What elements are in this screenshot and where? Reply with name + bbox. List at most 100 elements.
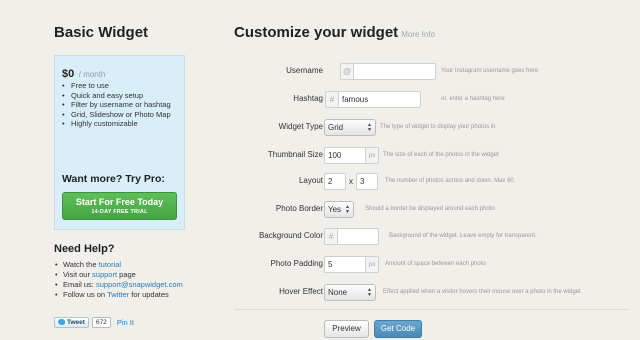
help-text: Visit our — [63, 270, 93, 279]
price: $0 / month — [62, 64, 105, 82]
username-input[interactable] — [353, 62, 436, 80]
hover-effect-label: Hover Effect — [279, 287, 323, 296]
feature-list: Free to use Quick and easy setup Filter … — [62, 81, 182, 129]
photo-padding-hint: Amount of space between each photo — [385, 261, 486, 267]
price-period: / month — [78, 70, 106, 79]
help-text: Follow us on — [63, 290, 108, 299]
photo-padding-label: Photo Padding — [270, 259, 324, 268]
feature-item: Free to use — [62, 81, 182, 91]
hover-effect-select[interactable]: None ▲ ▼ — [324, 283, 376, 301]
feature-item: Filter by username or hashtag — [62, 100, 182, 110]
hashtag-control: # famous — [325, 90, 421, 108]
thumbnail-size-control: 100 px — [324, 146, 379, 164]
select-arrows-icon: ▲ ▼ — [367, 121, 372, 133]
more-info-link[interactable]: More Info — [401, 30, 435, 39]
hash-prefix: # — [325, 90, 338, 108]
social-buttons: Tweet 672 Pin It — [54, 316, 134, 328]
help-item: Email us: support@snapwidget.com — [54, 280, 214, 290]
help-item: Visit our support page — [54, 270, 214, 280]
hashtag-row: Hashtag # famous or, enter a hashtag her… — [210, 90, 640, 108]
photo-padding-input[interactable]: 5 — [324, 255, 366, 273]
tweet-button[interactable]: Tweet — [54, 316, 89, 328]
widget-type-value: Grid — [328, 122, 344, 132]
username-control: @ — [340, 62, 436, 80]
plan-box: $0 / month Free to use Quick and easy se… — [54, 55, 185, 230]
pin-it-button[interactable]: Pin It — [117, 318, 134, 327]
widget-type-control: Grid ▲ ▼ — [324, 118, 376, 136]
photo-border-select[interactable]: Yes ▲ ▼ — [324, 200, 354, 218]
username-hint: Your Instagram username goes here — [441, 68, 539, 74]
layout-hint: The number of photos across and down. Ma… — [385, 178, 516, 184]
tweet-count: 672 — [91, 316, 111, 328]
widget-type-hint: The type of widget to display your photo… — [380, 124, 496, 130]
help-item: Follow us on Twitter for updates — [54, 290, 214, 300]
hover-effect-hint: Effect applied when a visitor hovers the… — [383, 289, 581, 295]
widget-type-label: Widget Type — [278, 122, 323, 131]
form-divider — [234, 309, 629, 310]
help-text: Email us: — [63, 280, 96, 289]
thumbnail-size-row: Thumbnail Size 100 px The size of each o… — [210, 146, 640, 164]
background-color-control: # — [324, 227, 379, 245]
support-link[interactable]: support — [92, 270, 117, 279]
photo-padding-row: Photo Padding 5 px Amount of space betwe… — [210, 255, 640, 273]
hashtag-label: Hashtag — [293, 94, 323, 103]
help-item: Watch the tutorial — [54, 260, 214, 270]
help-text: for updates — [129, 290, 169, 299]
start-free-label: Start For Free Today — [75, 197, 164, 207]
photo-border-label: Photo Border — [275, 204, 323, 213]
layout-label: Layout — [298, 176, 323, 185]
price-amount: $0 — [62, 68, 75, 80]
select-arrows-icon: ▲ ▼ — [367, 286, 372, 298]
username-row: Username @ Your Instagram username goes … — [210, 62, 640, 80]
px-suffix: px — [366, 255, 379, 273]
px-suffix: px — [366, 146, 379, 164]
help-heading: Need Help? — [54, 243, 115, 255]
feature-item: Grid, Slideshow or Photo Map — [62, 110, 182, 120]
username-label: Username — [286, 66, 323, 75]
help-list: Watch the tutorial Visit our support pag… — [54, 260, 214, 300]
layout-control: 2 x 3 — [324, 172, 378, 190]
hash-prefix: # — [324, 227, 337, 245]
tutorial-link[interactable]: tutorial — [99, 260, 122, 269]
hover-effect-row: Hover Effect None ▲ ▼ Effect applied when… — [210, 283, 640, 301]
layout-cols-input[interactable]: 2 — [324, 172, 346, 190]
hashtag-input[interactable]: famous — [338, 90, 421, 108]
widget-type-select[interactable]: Grid ▲ ▼ — [324, 118, 376, 136]
photo-padding-control: 5 px — [324, 255, 379, 273]
widget-type-row: Widget Type Grid ▲ ▼ The type of widget t… — [210, 118, 640, 136]
hover-effect-value: None — [328, 287, 348, 297]
photo-border-control: Yes ▲ ▼ — [324, 200, 354, 218]
preview-button[interactable]: Preview — [324, 320, 369, 338]
background-color-hint: Background of the widget. Leave empty fo… — [389, 233, 537, 239]
layout-rows-input[interactable]: 3 — [356, 172, 378, 190]
hashtag-hint: or, enter a hashtag here — [441, 96, 505, 102]
background-color-row: Background Color # Background of the wid… — [210, 227, 640, 245]
select-arrows-icon: ▲ ▼ — [345, 203, 350, 215]
free-trial-label: 14-DAY FREE TRIAL — [91, 209, 148, 215]
photo-border-row: Photo Border Yes ▲ ▼ Should a border be d… — [210, 200, 640, 218]
help-text: Watch the — [63, 260, 99, 269]
email-link[interactable]: support@snapwidget.com — [96, 280, 183, 289]
page-title: Customize your widget More Info — [234, 24, 435, 42]
upsell-heading: Want more? Try Pro: — [62, 173, 165, 185]
at-prefix: @ — [340, 62, 353, 80]
hover-effect-control: None ▲ ▼ — [324, 283, 376, 301]
feature-item: Quick and easy setup — [62, 91, 182, 101]
sidebar-title: Basic Widget — [54, 24, 149, 41]
twitter-bird-icon — [58, 319, 65, 325]
feature-item: Highly customizable — [62, 119, 182, 129]
page-title-text: Customize your widget — [234, 24, 399, 41]
get-code-button[interactable]: Get Code — [374, 320, 422, 338]
thumbnail-size-input[interactable]: 100 — [324, 146, 366, 164]
photo-border-hint: Should a border be displayed around each… — [365, 206, 495, 212]
twitter-link[interactable]: Twitter — [107, 290, 129, 299]
photo-border-value: Yes — [328, 204, 342, 214]
background-color-input[interactable] — [337, 227, 379, 245]
thumbnail-size-hint: The size of each of the photos in the wi… — [383, 152, 499, 158]
times-sign: x — [349, 176, 353, 186]
thumbnail-size-label: Thumbnail Size — [267, 150, 323, 159]
start-free-button[interactable]: Start For Free Today 14-DAY FREE TRIAL — [62, 192, 177, 220]
help-text: page — [117, 270, 136, 279]
background-color-label: Background Color — [258, 231, 323, 240]
layout-row: Layout 2 x 3 The number of photos across… — [210, 172, 640, 190]
